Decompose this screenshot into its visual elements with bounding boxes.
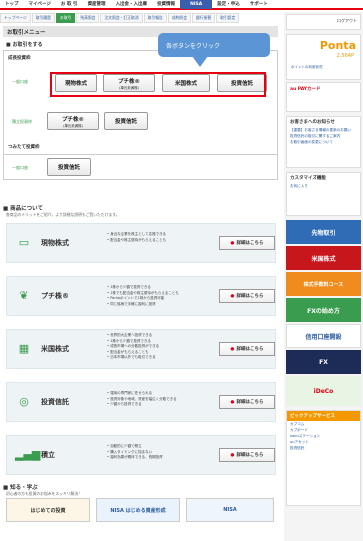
ponta-points: 2,564P — [336, 53, 354, 59]
customize-title[interactable]: カスタマイズ機能 — [287, 173, 360, 183]
product-card-stock: ▭ 現物株式 身近な企業を株主として応援できる配当金や株主優待がもらえることも … — [6, 223, 276, 263]
banner-nisa-start[interactable]: NISA はじめる資産形成 — [96, 498, 180, 522]
subnav-orders[interactable]: 注文照会・訂正取消 — [100, 13, 143, 23]
sprout-icon: ❦ — [19, 289, 29, 302]
product-card-petit: ❦ プチ株® 1株から少額で投資できる1株でも配当金や株主優待がもらえることもP… — [6, 276, 276, 316]
product-card-fund: ◎ 投資信託 運用の専門家に任せられる投資対象や地域、資産を幅広く分散できる少額… — [6, 382, 276, 422]
detail-button[interactable]: ● 詳細はこちら — [219, 289, 275, 303]
subnav-executions[interactable]: 成約照会 — [167, 13, 192, 23]
ticket-icon: ▭ — [18, 236, 30, 249]
banner-nisa[interactable]: NISA — [186, 498, 274, 522]
nav-nisa[interactable]: NISA — [180, 0, 213, 9]
fund-growth-button[interactable]: 投資信託 — [104, 112, 148, 130]
product-name: 米国株式 — [41, 345, 69, 353]
nav-settings[interactable]: 設定・申込 — [212, 1, 245, 7]
trade-panel: 成長投資枠 一般口座 現物株式 プチ株® (単元未満株) 米国株式 投資信託 積立… — [3, 50, 278, 158]
tsumitate-label: つみたて投資枠 — [8, 145, 40, 150]
logout-link[interactable]: ログアウト — [286, 14, 361, 30]
global-nav: トップ マイページ お 取 引 資産管理 入出金・入出庫 投資情報 NISA 設… — [0, 0, 363, 10]
detail-button[interactable]: ● 詳細はこちら — [219, 448, 275, 462]
pickup-box: ピックアップサービス カブコム カブボード kabuステーション auアセット … — [286, 410, 361, 506]
main-content: お取引メニュー ■ お取引をする 成長投資枠 一般口座 現物株式 プチ株® (単元… — [0, 26, 282, 541]
learn-desc: 初心者の方も投資のお悩みをスッキリ解決！ — [6, 491, 82, 496]
customize-box: カスタマイズ機能 お気に入り — [286, 172, 361, 216]
petit-growth-button[interactable]: プチ株® (単元未満株) — [47, 112, 99, 130]
subnav-settings[interactable]: 取引設定 — [216, 13, 240, 23]
products-title: ■ 商品について — [3, 206, 43, 212]
detail-button[interactable]: ● 詳細はこちら — [219, 342, 275, 356]
notice-item[interactable]: お取引画面の変更について — [287, 139, 360, 145]
chart-bars-icon: ▂▄▆ — [15, 448, 41, 461]
subnav-trade[interactable]: お取引 — [55, 13, 76, 23]
coins-icon: ◎ — [19, 395, 29, 408]
pickup-item[interactable]: 投資信託 — [287, 445, 360, 451]
fund-tsumitate-button[interactable]: 投資信託 — [47, 158, 91, 176]
detail-button[interactable]: ● 詳細はこちら — [219, 236, 275, 250]
product-name: 現物株式 — [41, 239, 69, 247]
row-tsumitate: 一般口座 — [12, 165, 28, 170]
trade-section-title: ■ お取引をする — [6, 42, 43, 48]
product-name: 投資信託 — [41, 398, 69, 406]
sub-nav: トップページ 取引履歴 お取引 残高照会 注文照会・訂正取消 取引報告 成約照会… — [0, 12, 282, 24]
nav-invest-info[interactable]: 投資情報 — [152, 1, 180, 7]
product-card-tsumitate: ▂▄▆ 積立 自動的に少額で積立購入タイミングに悩まない複利効果が期待できる、長… — [6, 435, 276, 475]
notice-title: お客さまへのお知らせ — [290, 120, 335, 125]
ad-commission[interactable]: 株式手数料コース — [286, 272, 361, 296]
ad-margin[interactable]: 信用口座開設 — [286, 324, 361, 348]
ad-fx-tool[interactable]: FX — [286, 350, 361, 374]
subnav-bank[interactable]: 銀行振替 — [192, 13, 216, 23]
ad-futures[interactable]: 先物取引 — [286, 220, 361, 244]
detail-button[interactable]: ● 詳細はこちら — [219, 395, 275, 409]
product-name: 積立 — [41, 451, 55, 459]
nav-support[interactable]: サポート — [245, 1, 273, 7]
pickup-title: ピックアップサービス — [287, 411, 360, 421]
nav-trade[interactable]: お 取 引 — [56, 1, 83, 7]
aupay-card[interactable]: au PAYカード — [286, 82, 361, 112]
growth-label: 成長投資枠 — [8, 56, 31, 61]
products-desc: 各商品のメリットをご紹介。より詳細な説明もご覧いただけます。 — [6, 212, 120, 217]
ponta-note[interactable]: ポイントの利用状況 — [291, 65, 323, 70]
subnav-history[interactable]: 取引履歴 — [31, 13, 55, 23]
nav-top[interactable]: トップ — [0, 1, 24, 7]
sidebar: ログアウト Ponta 2,564P ポイントの利用状況 au PAYカード お… — [284, 12, 363, 541]
ad-ideco[interactable]: iDeCo — [286, 376, 361, 406]
row-general: 一般口座 — [12, 79, 28, 84]
favorites-tab[interactable]: お気に入り — [287, 183, 360, 189]
tsumitate-panel: 一般口座 投資信託 — [3, 154, 278, 180]
flag-icon: ▦ — [18, 342, 30, 355]
nav-deposit[interactable]: 入出金・入出庫 — [111, 1, 153, 7]
ad-fx[interactable]: FXの始め方 — [286, 298, 361, 322]
ponta-card: Ponta 2,564P ポイントの利用状況 — [286, 34, 361, 80]
notice-box: お客さまへのお知らせ 【重要】お客さま情報の更新のお願い 投資信託の取引に関する… — [286, 116, 361, 168]
nav-mypage[interactable]: マイページ — [24, 1, 56, 7]
learn-title: ■ 知る・学ぶ — [3, 485, 38, 491]
ponta-logo: Ponta — [319, 39, 356, 52]
subnav-top[interactable]: トップページ — [0, 13, 31, 23]
highlight-box — [50, 72, 266, 97]
banner-beginner[interactable]: はじめての投資 — [6, 498, 90, 522]
click-callout: 各ボタンをクリック — [158, 33, 270, 67]
ad-us-stock[interactable]: 米国株式 — [286, 246, 361, 270]
product-name: プチ株® — [41, 292, 69, 300]
nav-assets[interactable]: 資産管理 — [83, 1, 111, 7]
subnav-balance[interactable]: 残高照会 — [76, 13, 100, 23]
subnav-report[interactable]: 取引報告 — [143, 13, 167, 23]
product-card-us: ▦ 米国株式 世界的大企業へ投資できる1株から少額で投資できる成長市場への分散投… — [6, 329, 276, 369]
row-specific: 積立投資枠 — [12, 119, 32, 124]
